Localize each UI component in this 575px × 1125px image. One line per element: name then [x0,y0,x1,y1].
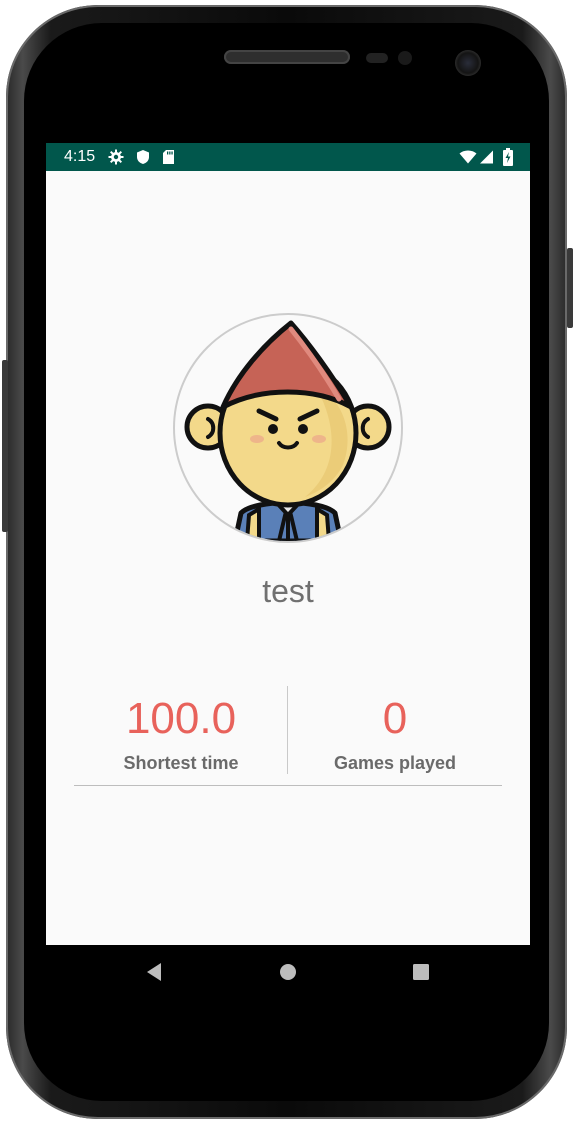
signal-icon [479,150,494,169]
battery-charging-icon [503,148,513,171]
wifi-icon [459,150,477,169]
games-played-value: 0 [382,694,408,743]
shield-icon [136,149,150,170]
app-screen: 4:15 test 100.0 Shortest time 0 Games pl… [46,143,530,1003]
shortest-time-value: 100.0 [125,694,237,743]
stat-games-played: 0 Games played [275,691,515,774]
shortest-time-label: Shortest time [123,753,239,773]
earpiece-speaker [224,50,350,64]
home-icon[interactable] [279,963,297,986]
sd-card-icon [162,149,175,170]
power-button [567,248,573,328]
recents-icon[interactable] [412,963,430,986]
profile-avatar[interactable] [173,313,403,543]
games-played-label: Games played [333,753,457,773]
front-camera [455,50,481,76]
status-bar: 4:15 [46,143,530,171]
stat-shortest-time: 100.0 Shortest time [61,691,301,774]
gear-icon [108,149,124,170]
back-icon[interactable] [144,961,164,988]
gnome-avatar-icon [184,320,392,541]
stats-separator [74,785,502,786]
status-time: 4:15 [64,148,96,165]
username: test [262,573,314,609]
proximity-sensor [366,53,388,63]
light-sensor [398,51,412,65]
navigation-bar [46,945,530,1003]
volume-button [2,360,8,532]
